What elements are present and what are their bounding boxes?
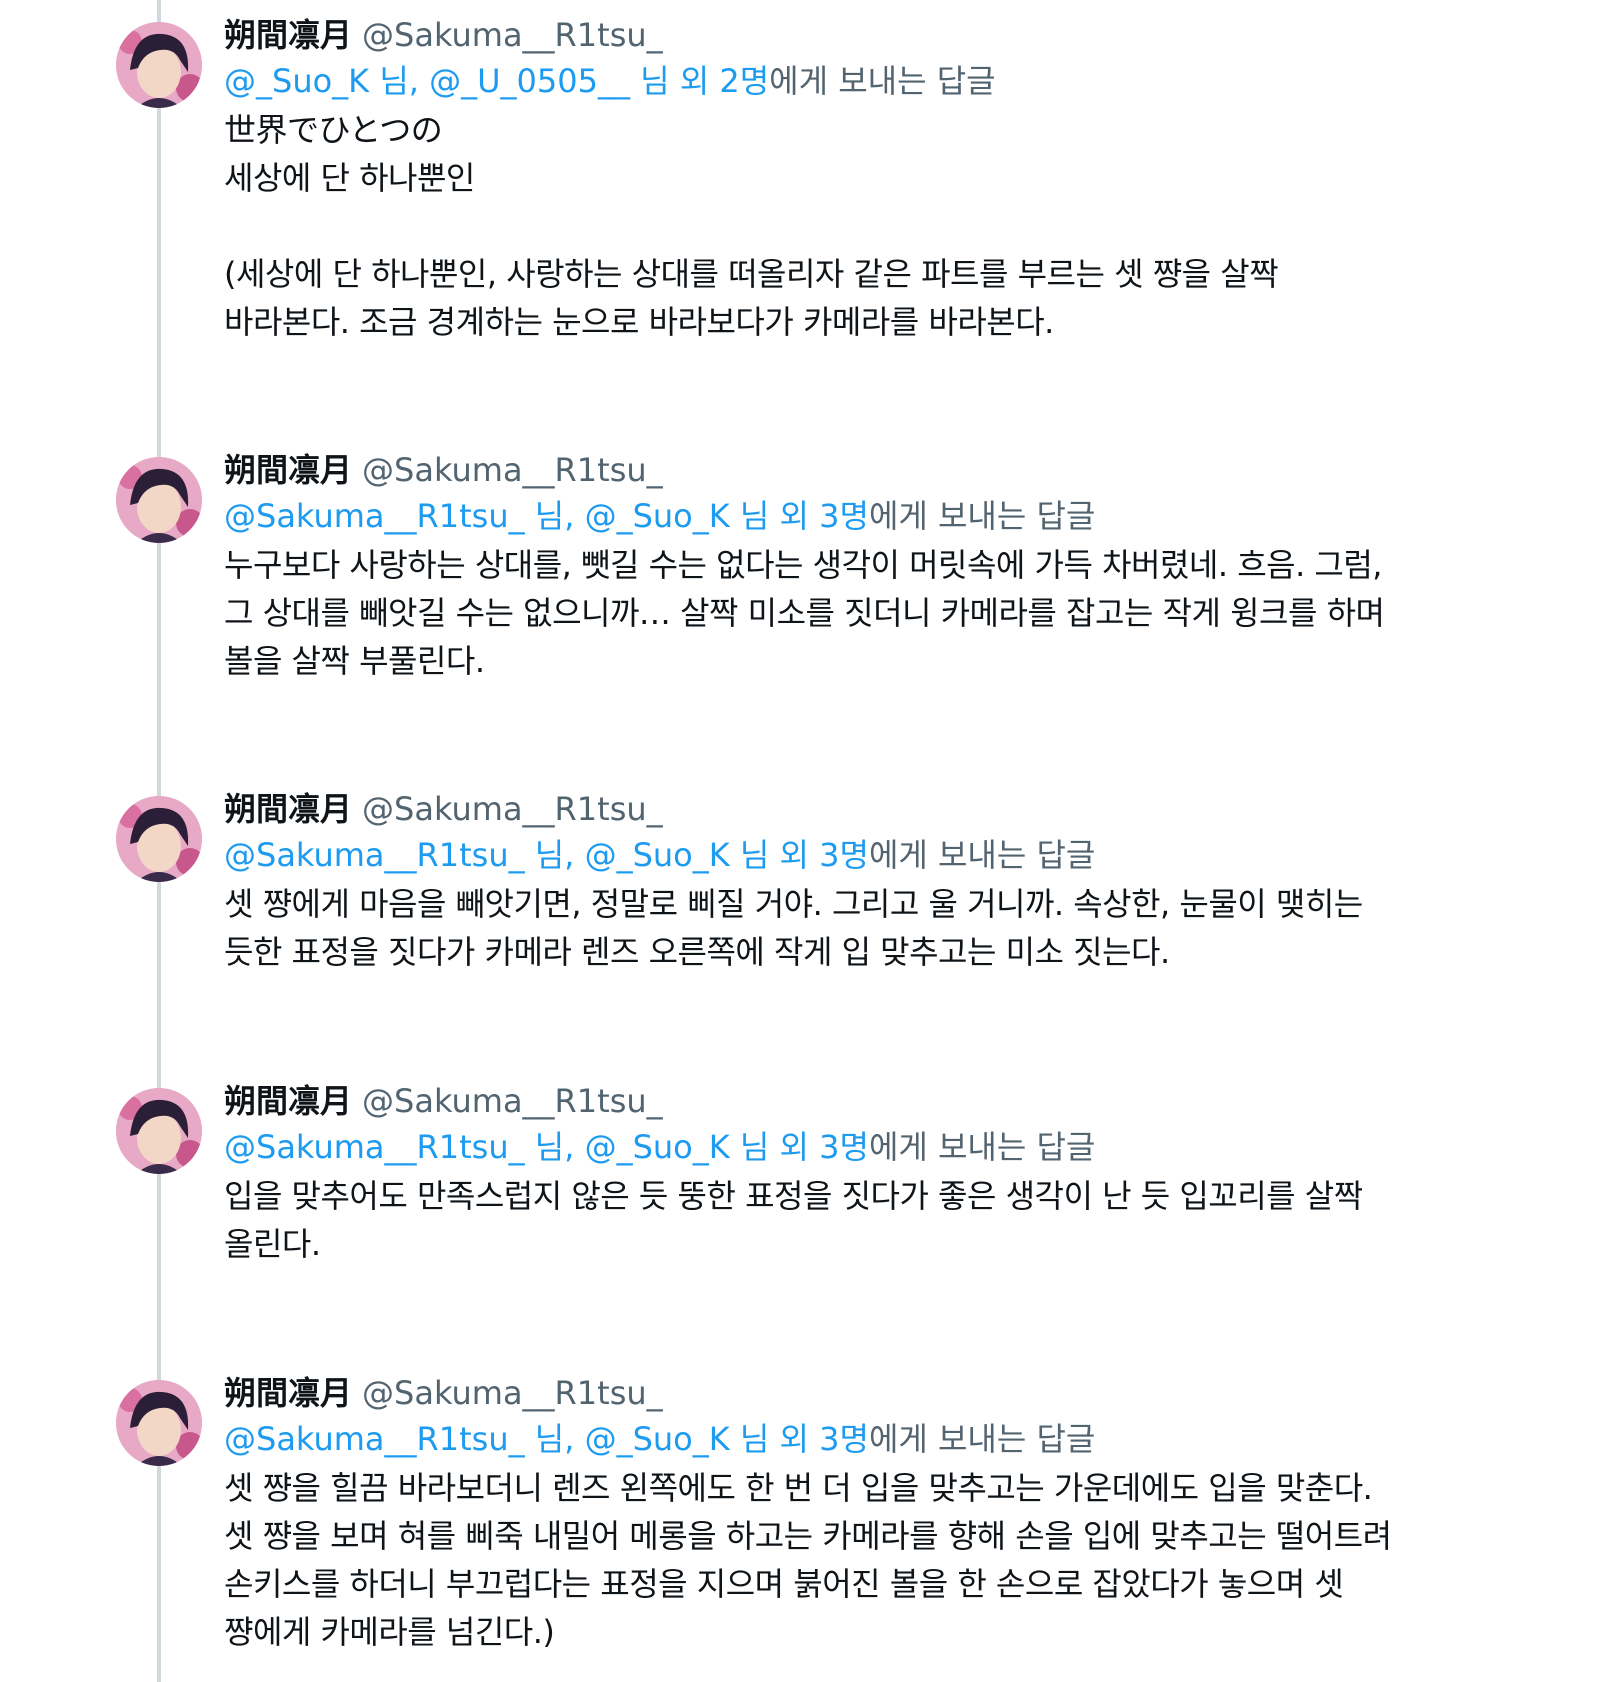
tweet-header: 朔間凛月 @Sakuma__R1tsu_ [224, 12, 1499, 58]
user-handle[interactable]: @Sakuma__R1tsu_ [362, 1374, 663, 1412]
reply-recipients-link[interactable]: @Sakuma__R1tsu_ 님, @_Suo_K 님 외 3명 [224, 1128, 869, 1166]
tweet-text: 입을 맞추어도 만족스럽지 않은 듯 뚱한 표정을 짓다가 좋은 생각이 난 듯… [224, 1177, 1363, 1263]
avatar[interactable] [116, 22, 202, 108]
reply-suffix: 에게 보내는 답글 [868, 1420, 1096, 1458]
display-name[interactable]: 朔間凛月 [224, 1082, 352, 1120]
reply-suffix: 에게 보내는 답글 [868, 1128, 1096, 1166]
avatar-image [116, 1088, 202, 1174]
avatar-image [116, 457, 202, 543]
reply-context: @_Suo_K 님, @_U_0505__ 님 외 2명에게 보내는 답글 [224, 58, 1499, 104]
user-handle[interactable]: @Sakuma__R1tsu_ [362, 451, 663, 489]
reply-recipients-link[interactable]: @Sakuma__R1tsu_ 님, @_Suo_K 님 외 3명 [224, 497, 869, 535]
display-name[interactable]: 朔間凛月 [224, 16, 352, 54]
tweet-header: 朔間凛月 @Sakuma__R1tsu_ [224, 1078, 1499, 1124]
reply-context: @Sakuma__R1tsu_ 님, @_Suo_K 님 외 3명에게 보내는 … [224, 493, 1499, 539]
user-handle[interactable]: @Sakuma__R1tsu_ [362, 790, 663, 828]
display-name[interactable]: 朔間凛月 [224, 1374, 352, 1412]
reply-recipients-link[interactable]: @Sakuma__R1tsu_ 님, @_Suo_K 님 외 3명 [224, 836, 869, 874]
avatar-image [116, 1380, 202, 1466]
tweet-header: 朔間凛月 @Sakuma__R1tsu_ [224, 447, 1499, 493]
tweet-header: 朔間凛月 @Sakuma__R1tsu_ [224, 1370, 1499, 1416]
avatar-image [116, 796, 202, 882]
tweet-text: 셋 쨩에게 마음을 빼앗기면, 정말로 삐질 거야. 그리고 울 거니까. 속상… [224, 885, 1363, 971]
user-handle[interactable]: @Sakuma__R1tsu_ [362, 1082, 663, 1120]
tweet-text: 셋 쨩을 힐끔 바라보더니 렌즈 왼쪽에도 한 번 더 입을 맞추고는 가운데에… [224, 1469, 1392, 1651]
reply-context: @Sakuma__R1tsu_ 님, @_Suo_K 님 외 3명에게 보내는 … [224, 1124, 1499, 1170]
reply-suffix: 에게 보내는 답글 [868, 497, 1096, 535]
reply-recipients-link[interactable]: @_Suo_K 님, @_U_0505__ 님 외 2명 [224, 62, 769, 100]
avatar[interactable] [116, 1380, 202, 1466]
user-handle[interactable]: @Sakuma__R1tsu_ [362, 16, 663, 54]
reply-suffix: 에게 보내는 답글 [868, 836, 1096, 874]
avatar[interactable] [116, 796, 202, 882]
reply-context: @Sakuma__R1tsu_ 님, @_Suo_K 님 외 3명에게 보내는 … [224, 1416, 1499, 1462]
avatar[interactable] [116, 457, 202, 543]
reply-context: @Sakuma__R1tsu_ 님, @_Suo_K 님 외 3명에게 보내는 … [224, 832, 1499, 878]
avatar-image [116, 22, 202, 108]
avatar[interactable] [116, 1088, 202, 1174]
tweet-text: 世界でひとつの 세상에 단 하나뿐인 (세상에 단 하나뿐인, 사랑하는 상대를… [224, 111, 1279, 341]
tweet-text: 누구보다 사랑하는 상대를, 뺏길 수는 없다는 생각이 머릿속에 가득 차버렸… [224, 546, 1385, 680]
reply-suffix: 에게 보내는 답글 [769, 62, 996, 100]
display-name[interactable]: 朔間凛月 [224, 790, 352, 828]
reply-recipients-link[interactable]: @Sakuma__R1tsu_ 님, @_Suo_K 님 외 3명 [224, 1420, 869, 1458]
tweet-header: 朔間凛月 @Sakuma__R1tsu_ [224, 786, 1499, 832]
display-name[interactable]: 朔間凛月 [224, 451, 352, 489]
